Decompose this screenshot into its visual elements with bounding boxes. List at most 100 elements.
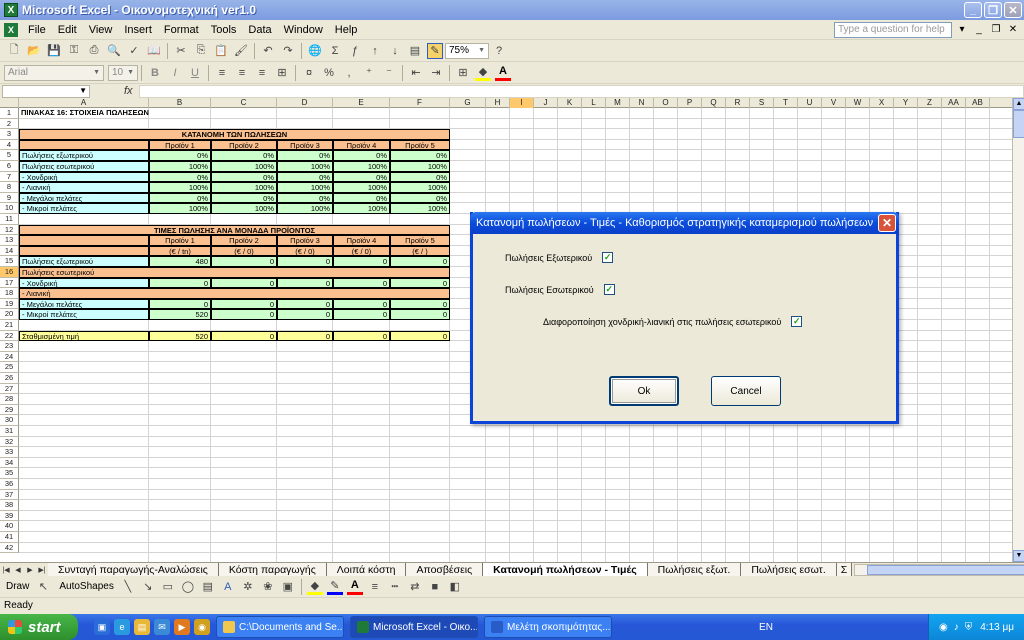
picture-icon[interactable]: ▣ [280, 579, 296, 595]
prev-sheet-icon[interactable]: ◀ [12, 566, 24, 574]
line-color-icon[interactable]: ✎ [326, 579, 343, 595]
task-word[interactable]: Μελέτη σκοπιμότητας... [484, 616, 612, 638]
row-header-18[interactable]: 18 [0, 288, 19, 299]
sheet-tab[interactable]: Πωλήσεις εξωτ. [647, 562, 742, 577]
sheet-tab[interactable]: Συνταγή παραγωγής-Αναλώσεις [48, 562, 219, 577]
row-header-21[interactable]: 21 [0, 320, 19, 331]
column-header-r[interactable]: R [726, 98, 750, 108]
column-header-z[interactable]: Z [918, 98, 942, 108]
close-icon[interactable]: ✕ [878, 214, 896, 232]
row-header-22[interactable]: 22 [0, 330, 19, 342]
value-cell[interactable]: 0 [149, 298, 211, 310]
quicklaunch-desktop-icon[interactable]: ▣ [94, 619, 110, 635]
value-cell[interactable]: 0 [277, 298, 333, 310]
value-cell[interactable]: 100% [211, 203, 277, 214]
research-icon[interactable]: 📖 [146, 43, 162, 59]
value-cell[interactable]: 100% [390, 161, 450, 172]
export-sales-option[interactable]: Πωλήσεις Εξωτερικού ✓ [505, 252, 614, 263]
scroll-up-icon[interactable]: ▲ [1013, 98, 1024, 110]
row-header-13[interactable]: 13 [0, 235, 19, 246]
value-cell[interactable]: 100% [390, 203, 450, 214]
export-sales-checkbox[interactable]: ✓ [602, 252, 614, 263]
clock[interactable]: 4:13 μμ [980, 622, 1014, 633]
task-explorer[interactable]: C:\Documents and Se... [216, 616, 344, 638]
value-cell[interactable]: 0% [211, 150, 277, 161]
row-header-40[interactable]: 40 [0, 521, 19, 532]
menu-data[interactable]: Data [242, 24, 277, 36]
value-cell[interactable]: 0 [333, 256, 390, 267]
sheet-tab[interactable]: Πωλήσεις εσωτ. [741, 562, 837, 577]
value-cell[interactable]: 0 [277, 277, 333, 289]
font-color-icon[interactable]: A [495, 65, 511, 81]
row-label[interactable]: - Μεγάλοι πελάτες [19, 298, 149, 310]
value-cell[interactable]: 100% [277, 161, 333, 172]
weighted-price-cell[interactable]: 0 [333, 330, 390, 342]
row-header-15[interactable]: 15 [0, 256, 19, 267]
value-cell[interactable]: 0 [211, 298, 277, 310]
format-painter-icon[interactable]: 🖌 [233, 43, 249, 59]
value-cell[interactable]: 100% [211, 161, 277, 172]
column-header-m[interactable]: M [606, 98, 630, 108]
quicklaunch-ie-icon[interactable]: e [114, 619, 130, 635]
row-header-31[interactable]: 31 [0, 426, 19, 437]
weighted-price-cell[interactable]: 0 [277, 330, 333, 342]
column-header-s[interactable]: S [750, 98, 774, 108]
task-excel[interactable]: Microsoft Excel - Οικο... [350, 616, 478, 638]
column-header-q[interactable]: Q [702, 98, 726, 108]
select-objects-icon[interactable]: ↖ [35, 579, 51, 595]
network-icon[interactable]: ◉ [939, 622, 948, 633]
value-cell[interactable]: 0 [390, 309, 450, 320]
scroll-down-icon[interactable]: ▼ [1013, 550, 1024, 562]
sheet-title[interactable]: ΠΙΝΑΚΑΣ 16: ΣΤΟΙΧΕΙΑ ΠΩΛΗΣΕΩΝ [19, 108, 211, 119]
arrow-icon[interactable]: ↘ [140, 579, 156, 595]
row-label[interactable]: - Χονδρική [19, 171, 149, 183]
value-cell[interactable]: 100% [211, 182, 277, 193]
value-cell[interactable]: 0 [277, 309, 333, 320]
row-header-25[interactable]: 25 [0, 362, 19, 373]
restore-icon[interactable]: ❐ [984, 2, 1002, 18]
column-header-l[interactable]: L [582, 98, 606, 108]
row-label[interactable]: - Μικροί πελάτες [19, 203, 149, 214]
sheet-tab[interactable]: Λοιπά κόστη [326, 562, 407, 577]
row-header-34[interactable]: 34 [0, 457, 19, 469]
row-header-30[interactable]: 30 [0, 415, 19, 426]
clipart-icon[interactable]: ❀ [260, 579, 276, 595]
row-header-1[interactable]: 1 [0, 108, 19, 119]
row-header-19[interactable]: 19 [0, 298, 19, 310]
row-header-12[interactable]: 12 [0, 224, 19, 236]
cut-icon[interactable]: ✂ [173, 43, 189, 59]
domestic-sales-option[interactable]: Πωλήσεις Εσωτερικού ✓ [505, 284, 615, 295]
merge-center-icon[interactable]: ⊞ [274, 65, 290, 81]
function-fx-icon[interactable]: fx [124, 85, 133, 97]
row-header-8[interactable]: 8 [0, 182, 19, 193]
row-header-33[interactable]: 33 [0, 447, 19, 458]
value-cell[interactable]: 100% [277, 182, 333, 193]
wholesale-retail-checkbox[interactable]: ✓ [791, 316, 803, 327]
align-center-icon[interactable]: ≡ [234, 65, 250, 81]
shadow-icon[interactable]: ■ [427, 579, 443, 595]
column-header-i[interactable]: I [510, 98, 534, 108]
product-header[interactable]: Προϊόν 1 [149, 139, 211, 151]
value-cell[interactable]: 0 [211, 277, 277, 289]
quicklaunch-messenger-icon[interactable]: ◉ [194, 619, 210, 635]
sort-desc-icon[interactable]: ↓ [387, 43, 403, 59]
unit-header[interactable]: (€ / tn) [149, 245, 211, 257]
column-header-x[interactable]: X [870, 98, 894, 108]
help-dropdown-icon[interactable]: ▾ [955, 24, 969, 35]
save-icon[interactable]: 💾 [46, 43, 62, 59]
allocation-table-header[interactable]: ΚΑΤΑΝΟΜΗ ΤΩΝ ΠΩΛΗΣΕΩΝ [19, 129, 450, 140]
row-label[interactable]: - Μεγάλοι πελάτες [19, 192, 149, 204]
row-header-7[interactable]: 7 [0, 171, 19, 183]
row-label[interactable]: Πωλήσεις εξωτερικού [19, 150, 149, 161]
sheet-tab[interactable]: Αποσβέσεις [406, 562, 484, 577]
quicklaunch-outlook-icon[interactable]: ✉ [154, 619, 170, 635]
font-size-select[interactable]: 10 ▼ [108, 64, 138, 81]
prices-table-header[interactable]: ΤΙΜΕΣ ΠΩΛΗΣΗΣ ΑΝΑ ΜΟΝΑΔΑ ΠΡΟΪΟΝΤΟΣ [19, 224, 450, 236]
font-color-icon[interactable]: A [346, 579, 363, 595]
sheet-tab[interactable]: Σ [836, 562, 853, 577]
textbox-icon[interactable]: ▤ [200, 579, 216, 595]
menu-insert[interactable]: Insert [118, 24, 158, 36]
value-cell[interactable]: 0 [211, 309, 277, 320]
weighted-price-cell[interactable]: 520 [149, 330, 211, 342]
last-sheet-icon[interactable]: ▶| [36, 566, 48, 574]
